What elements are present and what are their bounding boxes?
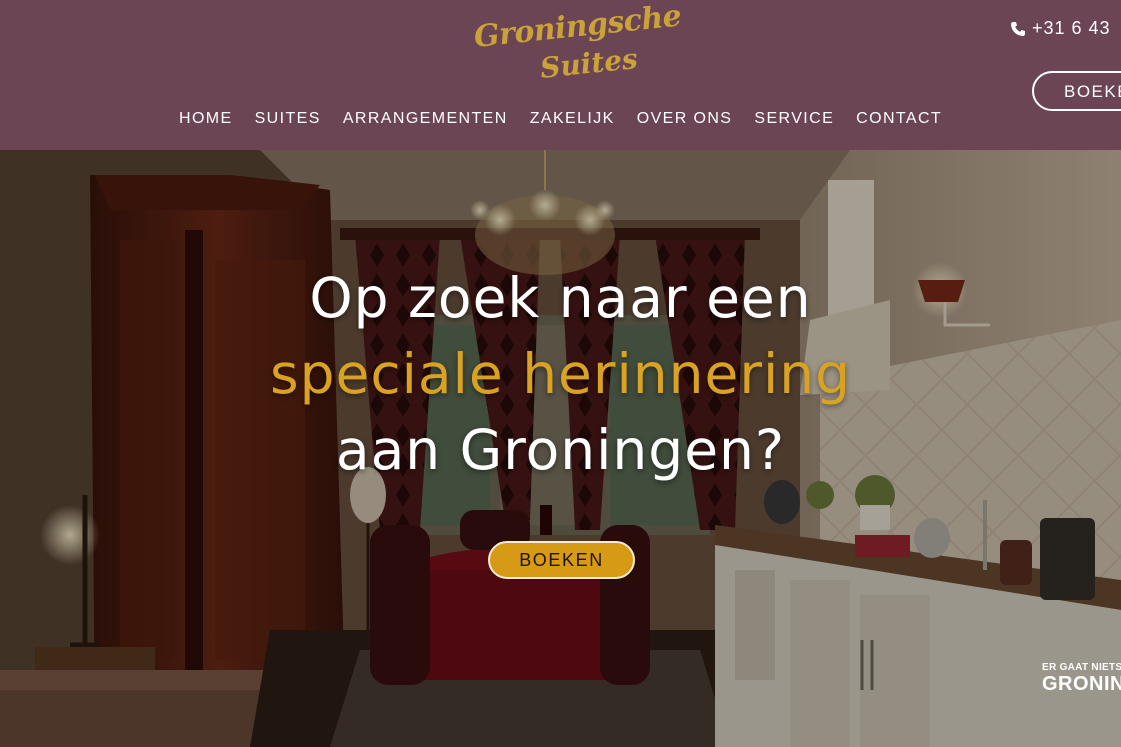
main-nav: HOME SUITES ARRANGEMENTEN ZAKELIJK OVER … — [179, 110, 942, 128]
header-book-button[interactable]: BOEKEN — [1032, 71, 1121, 111]
hero-book-button[interactable]: BOEKEN — [488, 541, 635, 579]
phone-number: +31 6 43 — [1032, 18, 1111, 38]
groningen-campaign-badge[interactable]: ER GAAT NIETS GRONIN — [1042, 662, 1121, 696]
nav-suites[interactable]: SUITES — [255, 110, 321, 128]
hero-section: Op zoek naar een speciale herinnering aa… — [0, 150, 1121, 747]
nav-service[interactable]: SERVICE — [754, 110, 834, 128]
phone-icon — [1011, 21, 1025, 36]
hero-headline-line-2: speciale herinnering — [269, 342, 852, 406]
badge-line-1: ER GAAT NIETS — [1042, 662, 1121, 673]
site-header: Groningsche Suites +31 6 43 BOEKEN HOME … — [0, 0, 1121, 150]
nav-over-ons[interactable]: OVER ONS — [637, 110, 733, 128]
badge-line-2: GRONIN — [1042, 673, 1121, 695]
phone-link[interactable]: +31 6 43 — [1010, 18, 1111, 39]
nav-home[interactable]: HOME — [179, 110, 233, 128]
groningsche-suites-logo[interactable]: Groningsche Suites — [470, 0, 683, 90]
nav-contact[interactable]: CONTACT — [856, 110, 942, 128]
nav-zakelijk[interactable]: ZAKELIJK — [530, 110, 615, 128]
logo-line-2: Suites — [538, 41, 640, 85]
hero-headline-line-1: Op zoek naar een — [309, 266, 812, 330]
nav-arrangementen[interactable]: ARRANGEMENTEN — [343, 110, 508, 128]
hero-headline-line-3: aan Groningen? — [335, 418, 786, 482]
logo-line-1: Groningsche — [472, 0, 683, 55]
